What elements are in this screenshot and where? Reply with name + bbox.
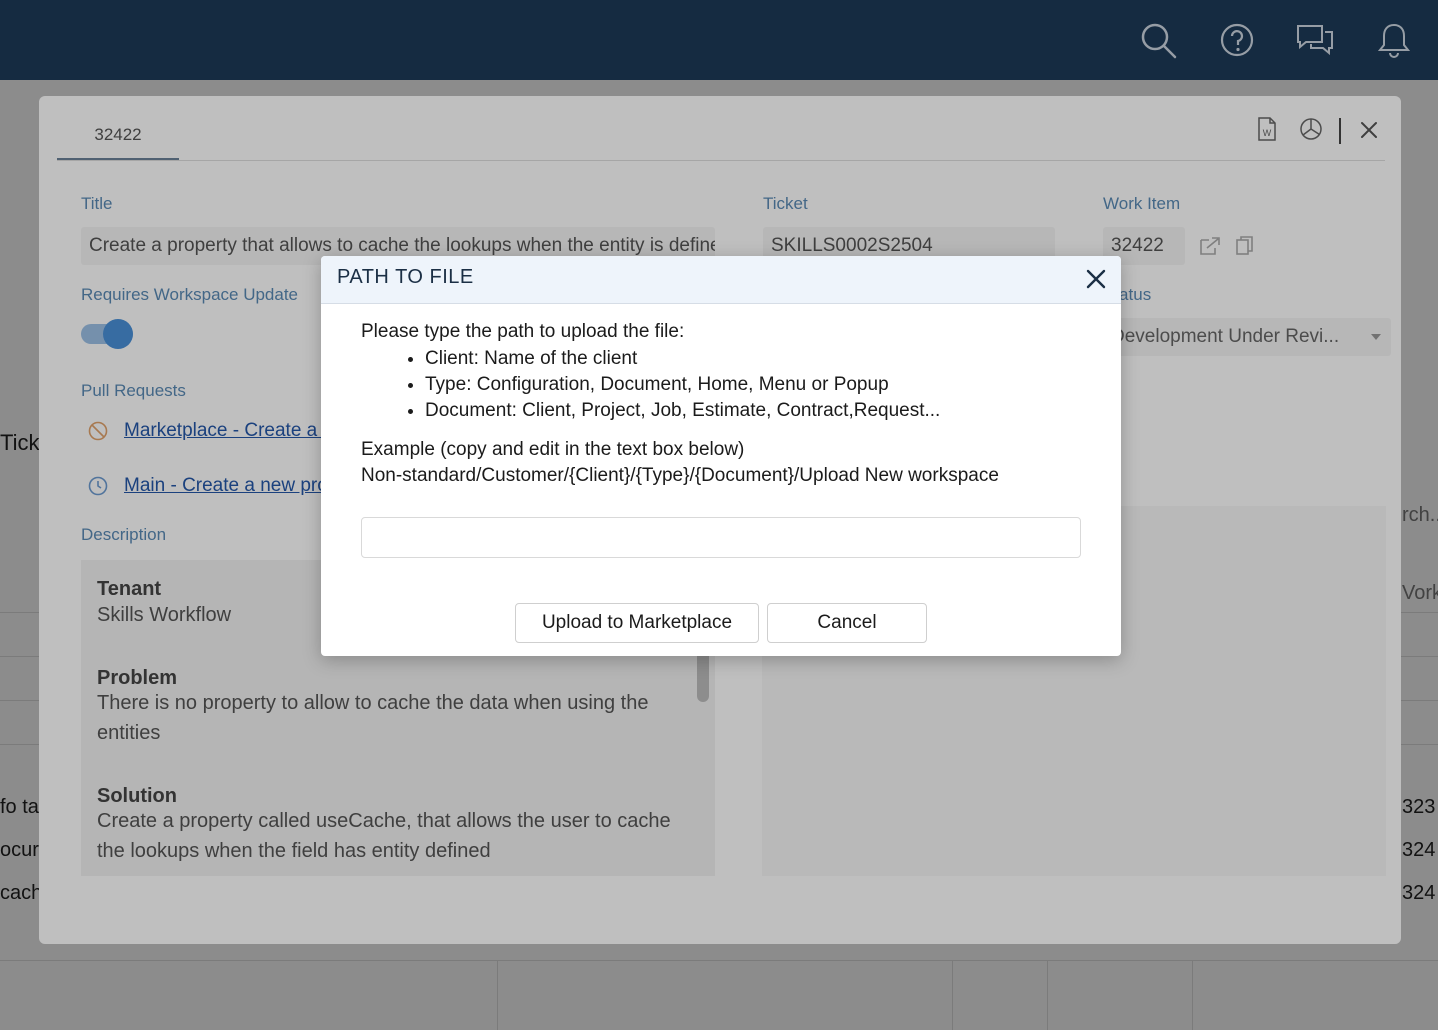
cancel-button[interactable]: Cancel: [767, 603, 927, 643]
list-item: Type: Configuration, Document, Home, Men…: [425, 372, 940, 398]
example-label: Example (copy and edit in the text box b…: [361, 439, 745, 460]
instruction-list: Client: Name of the client Type: Configu…: [425, 346, 940, 424]
path-to-file-dialog: PATH TO FILE Please type the path to upl…: [321, 256, 1121, 656]
dialog-title: PATH TO FILE: [337, 266, 474, 288]
list-item: Client: Name of the client: [425, 346, 940, 372]
list-item: Document: Client, Project, Job, Estimate…: [425, 398, 940, 424]
dialog-intro: Please type the path to upload the file:: [361, 321, 685, 342]
path-input[interactable]: [361, 517, 1081, 558]
close-icon[interactable]: [1083, 266, 1109, 292]
example-path: Non-standard/Customer/{Client}/{Type}/{D…: [361, 465, 999, 486]
dialog-header: PATH TO FILE: [321, 256, 1121, 304]
upload-to-marketplace-button[interactable]: Upload to Marketplace: [515, 603, 759, 643]
